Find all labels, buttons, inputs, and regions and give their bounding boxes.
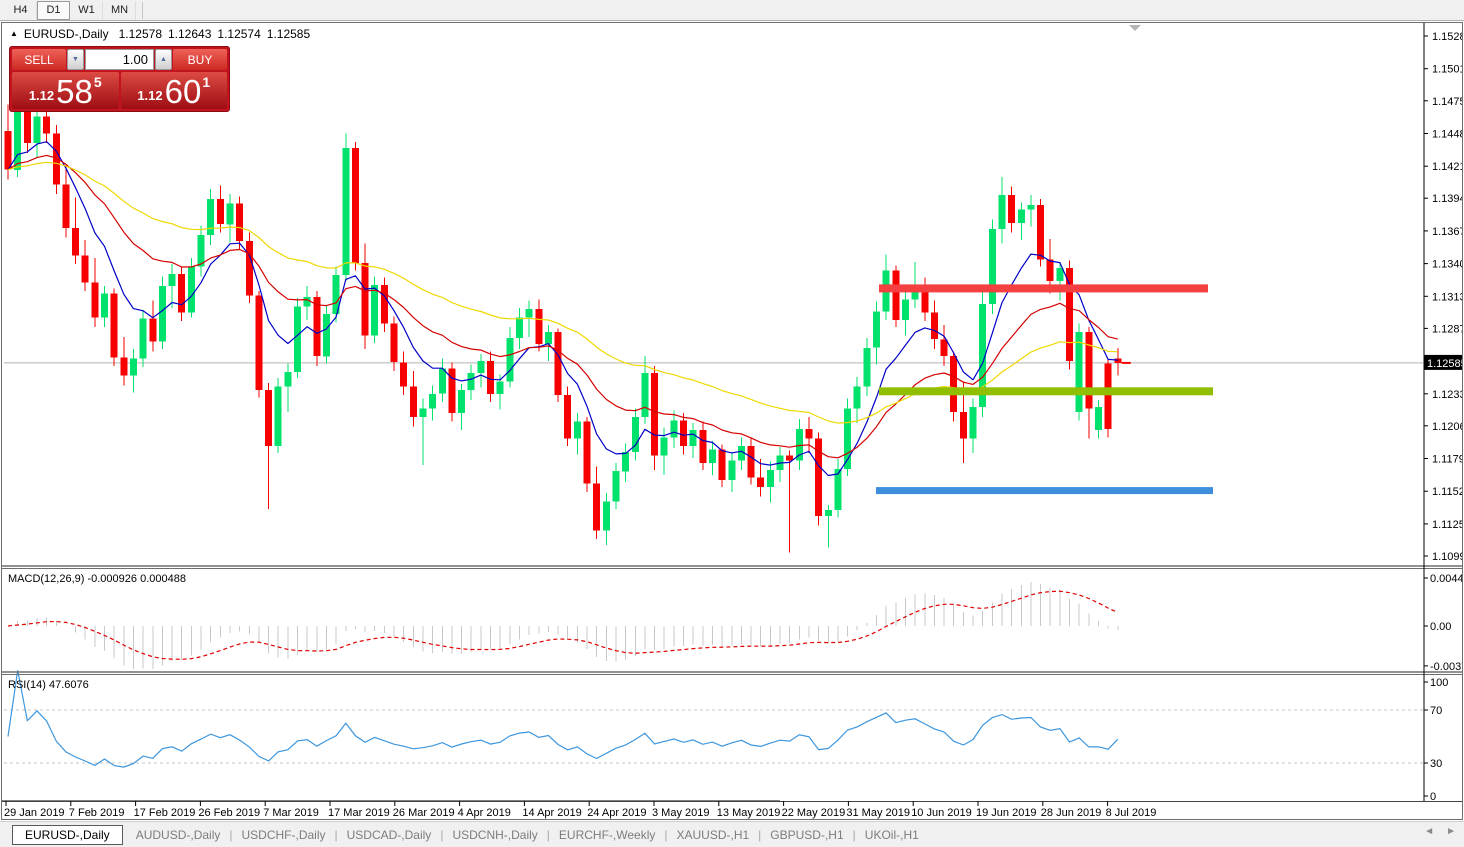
svg-text:1.14210: 1.14210: [1432, 161, 1462, 173]
svg-text:8 Jul 2019: 8 Jul 2019: [1106, 807, 1157, 819]
timeframe-button-d1[interactable]: D1: [37, 1, 70, 20]
volume-decrease-button[interactable]: ▼: [67, 49, 84, 70]
sell-price-main: 58: [56, 78, 93, 106]
svg-text:1.13405: 1.13405: [1432, 259, 1462, 271]
svg-text:1.12870: 1.12870: [1432, 323, 1462, 335]
svg-text:1.10990: 1.10990: [1432, 551, 1462, 563]
svg-text:7 Feb 2019: 7 Feb 2019: [69, 807, 125, 819]
svg-text:1.13945: 1.13945: [1432, 193, 1462, 205]
volume-increase-button[interactable]: ▲: [155, 49, 172, 70]
buy-price-main: 60: [165, 78, 202, 106]
svg-text:1.13675: 1.13675: [1432, 226, 1462, 238]
symbol-timeframe-label: EURUSD-,Daily: [24, 27, 109, 41]
svg-text:100: 100: [1430, 677, 1448, 689]
svg-text:1.14480: 1.14480: [1432, 129, 1462, 141]
svg-text:17 Feb 2019: 17 Feb 2019: [134, 807, 196, 819]
svg-text:10 Jun 2019: 10 Jun 2019: [911, 807, 972, 819]
chart-tab-usdcad-daily[interactable]: USDCAD-,Daily: [338, 826, 441, 844]
svg-text:1.11525: 1.11525: [1432, 486, 1462, 498]
chart-tab-bar: EURUSD-,DailyAUDUSD-,Daily|USDCHF-,Daily…: [0, 821, 1464, 847]
buy-button[interactable]: BUY: [173, 49, 227, 70]
svg-text:31 May 2019: 31 May 2019: [846, 807, 910, 819]
chart-tab-usdcnh-daily[interactable]: USDCNH-,Daily: [443, 826, 546, 844]
timeframe-button-w1[interactable]: W1: [70, 1, 103, 20]
svg-text:1.12065: 1.12065: [1432, 421, 1462, 433]
buy-price-button[interactable]: 1.12601: [121, 72, 228, 109]
ohlc-high: 1.12643: [168, 27, 211, 41]
buy-price-prefix: 1.12: [137, 89, 162, 102]
timeframe-toolbar: H4D1W1MN: [0, 0, 1464, 21]
chart-tab-ukoil-h1[interactable]: UKOil-,H1: [856, 826, 928, 844]
svg-text:1.12585: 1.12585: [1427, 358, 1462, 370]
svg-text:4 Apr 2019: 4 Apr 2019: [458, 807, 511, 819]
svg-text:19 Jun 2019: 19 Jun 2019: [976, 807, 1037, 819]
chart-window: 1.15285 1.15015 1.14750 1.14480 1.14210 1.139…: [1, 22, 1463, 820]
svg-text:29 Jan 2019: 29 Jan 2019: [4, 807, 65, 819]
sell-price-button[interactable]: 1.12585: [12, 72, 119, 109]
one-click-trading-panel: SELL ▼ 1.00 ▲ BUY 1.12585 1.12601: [9, 46, 230, 112]
svg-text:24 Apr 2019: 24 Apr 2019: [587, 807, 646, 819]
svg-text:0: 0: [1430, 791, 1436, 803]
svg-text:26 Feb 2019: 26 Feb 2019: [198, 807, 260, 819]
chart-tab-audusd-daily[interactable]: AUDUSD-,Daily: [127, 826, 230, 844]
svg-text:0.004465: 0.004465: [1430, 573, 1462, 585]
collapse-arrow-icon[interactable]: ▲: [10, 29, 18, 38]
chart-tab-eurusd-daily[interactable]: EURUSD-,Daily: [12, 825, 123, 845]
svg-text:14 Apr 2019: 14 Apr 2019: [522, 807, 581, 819]
svg-text:1.12330: 1.12330: [1432, 389, 1462, 401]
svg-text:22 May 2019: 22 May 2019: [782, 807, 846, 819]
svg-text:-0.003715: -0.003715: [1430, 661, 1462, 673]
svg-text:RSI(14) 47.6076: RSI(14) 47.6076: [8, 679, 89, 691]
svg-text:3 May 2019: 3 May 2019: [652, 807, 709, 819]
tab-scroll-right-icon[interactable]: ►: [1446, 826, 1456, 837]
tab-scroll-left-icon[interactable]: ◄: [1424, 826, 1434, 837]
sell-button[interactable]: SELL: [12, 49, 66, 70]
ohlc-open: 1.12578: [119, 27, 162, 41]
volume-input[interactable]: 1.00: [85, 49, 154, 70]
svg-text:26 Mar 2019: 26 Mar 2019: [393, 807, 455, 819]
chart-title: ▲ EURUSD-,Daily 1.12578 1.12643 1.12574 …: [10, 27, 310, 41]
svg-text:1.15015: 1.15015: [1432, 64, 1462, 76]
buy-price-pip: 1: [202, 74, 210, 90]
svg-text:1.11795: 1.11795: [1432, 454, 1462, 466]
svg-text:17 Mar 2019: 17 Mar 2019: [328, 807, 390, 819]
svg-text:1.14750: 1.14750: [1432, 96, 1462, 108]
ohlc-close: 1.12585: [267, 27, 310, 41]
sell-price-prefix: 1.12: [29, 89, 54, 102]
timeframe-button-mn[interactable]: MN: [103, 1, 136, 20]
svg-text:MACD(12,26,9) -0.000926 0.0004: MACD(12,26,9) -0.000926 0.000488: [8, 573, 186, 585]
svg-text:1.15285: 1.15285: [1432, 31, 1462, 43]
chart-tab-usdchf-daily[interactable]: USDCHF-,Daily: [233, 826, 335, 844]
ohlc-low: 1.12574: [217, 27, 260, 41]
chart-canvas[interactable]: 1.15285 1.15015 1.14750 1.14480 1.14210 1.139…: [2, 23, 1462, 819]
chevron-down-icon: ▼: [72, 56, 79, 63]
chevron-up-icon: ▲: [160, 56, 167, 63]
svg-text:28 Jun 2019: 28 Jun 2019: [1041, 807, 1102, 819]
mt4-terminal: H4D1W1MN 1.152851.150151.147501.144801.1…: [0, 0, 1464, 847]
tab-scroll-buttons: ◄ ►: [1424, 826, 1456, 837]
svg-text:1.13135: 1.13135: [1432, 291, 1462, 303]
sell-price-pip: 5: [94, 74, 102, 90]
svg-text:0.00: 0.00: [1430, 621, 1451, 633]
chart-tab-gbpusd-h1[interactable]: GBPUSD-,H1: [761, 826, 852, 844]
svg-text:7 Mar 2019: 7 Mar 2019: [263, 807, 319, 819]
svg-text:30: 30: [1430, 758, 1442, 770]
timeframe-button-h4[interactable]: H4: [4, 1, 37, 20]
svg-text:70: 70: [1430, 705, 1442, 717]
svg-text:1.11255: 1.11255: [1432, 519, 1462, 531]
chart-tab-xauusd-h1[interactable]: XAUUSD-,H1: [667, 826, 758, 844]
svg-text:13 May 2019: 13 May 2019: [717, 807, 781, 819]
chart-tab-eurchf-weekly[interactable]: EURCHF-,Weekly: [550, 826, 664, 844]
toolbar-separator: [142, 2, 143, 19]
